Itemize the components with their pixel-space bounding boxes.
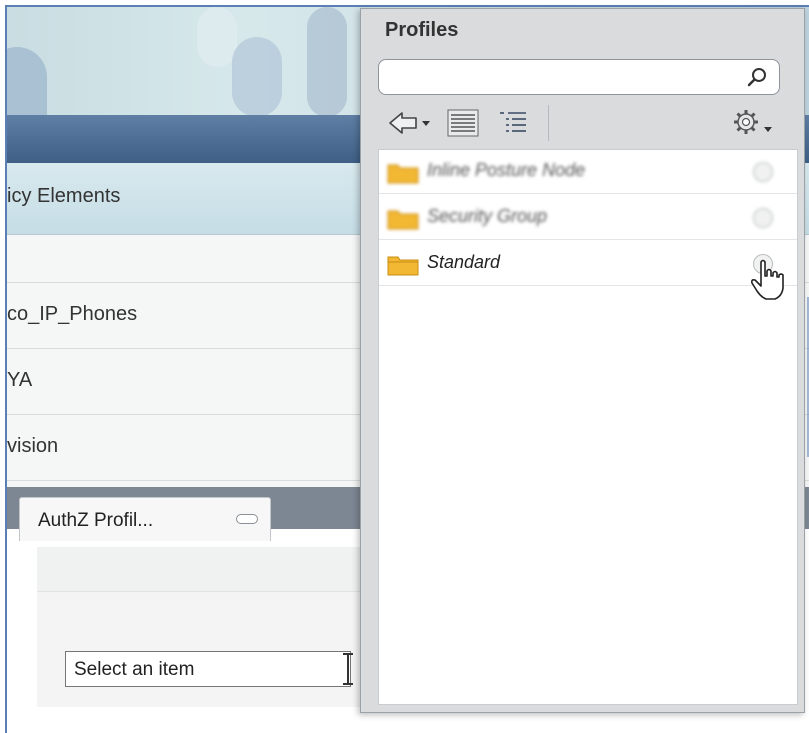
tab-authz-profile[interactable]: AuthZ Profil... <box>19 497 271 541</box>
profile-list: Inline Posture Node Security Group Stand… <box>378 149 798 705</box>
toolbar-divider <box>548 105 549 141</box>
form-row <box>37 547 367 591</box>
minimize-icon[interactable] <box>236 514 258 524</box>
folder-icon <box>387 210 419 230</box>
list-item-label: vision <box>7 435 59 457</box>
search-field[interactable] <box>387 65 727 89</box>
text-cursor-icon <box>343 653 353 685</box>
list-item-standard[interactable]: Standard <box>379 242 797 300</box>
gear-icon[interactable] <box>730 107 780 139</box>
search-input[interactable] <box>378 59 780 95</box>
search-icon[interactable] <box>747 66 769 88</box>
folder-icon <box>387 164 419 184</box>
list-view-icon[interactable] <box>446 107 480 139</box>
list-item-inline-posture-node[interactable]: Inline Posture Node <box>379 150 797 194</box>
list-item-label: Standard <box>427 252 501 272</box>
popup-title: Profiles <box>385 19 459 41</box>
popup-toolbar <box>378 101 780 145</box>
hand-cursor-icon <box>751 259 784 300</box>
list-item-label: Security Group <box>427 206 548 226</box>
select-value: Select an item <box>74 659 195 680</box>
back-arrow-icon[interactable] <box>386 107 432 139</box>
folder-icon <box>387 256 419 276</box>
tab-label: AuthZ Profil... <box>38 510 154 531</box>
list-item-label: co_IP_Phones <box>7 303 138 325</box>
chevron-right-icon[interactable] <box>753 208 773 228</box>
profile-select-field[interactable]: Select an item <box>65 651 351 687</box>
list-item-label: YA <box>7 369 33 391</box>
list-item-security-group[interactable]: Security Group <box>379 196 797 240</box>
tree-view-icon[interactable] <box>496 107 530 139</box>
profiles-popup: Profiles Inline Posture Node Security Gr… <box>360 8 805 713</box>
form-row <box>37 591 367 707</box>
subnav-policy-elements[interactable]: icy Elements <box>7 185 120 208</box>
list-item-label: Inline Posture Node <box>427 160 586 180</box>
chevron-right-icon[interactable] <box>753 162 773 182</box>
